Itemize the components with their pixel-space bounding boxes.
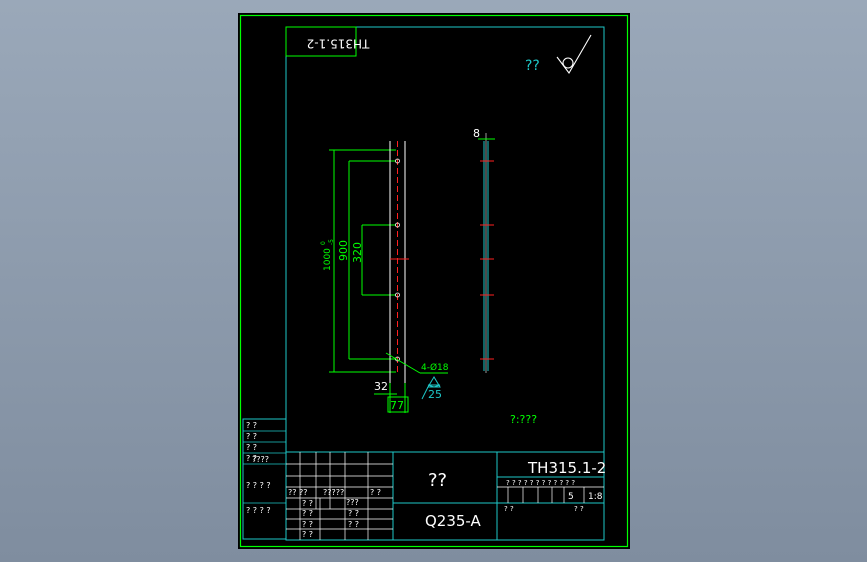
side-row-2: ? ?	[246, 443, 257, 452]
dim-thickness: 8	[473, 127, 480, 140]
tech-note: ?:???	[510, 413, 537, 426]
dim-edge: 32	[374, 380, 388, 393]
tb-label-f: ? ?	[302, 509, 313, 518]
dim-tol-lower: -5	[328, 239, 335, 245]
side-block: ? ? ? ? ? ? ? ? ???? ? ? ? ? ? ? ? ?	[242, 418, 287, 540]
footer-left: ? ?	[504, 505, 514, 513]
dim-width: 77	[390, 399, 404, 412]
side-row-1: ? ?	[246, 432, 257, 441]
weld-size: 25	[428, 388, 442, 401]
drawing-canvas: TH315.1-2 ?? 1000 0 -5 900 320 4-Ø18 25 …	[239, 14, 629, 548]
rev-tag-text: TH315.1-2	[307, 37, 371, 51]
footer-right: ? ?	[574, 505, 584, 513]
holes-callout: 4-Ø18	[421, 362, 449, 373]
tb-label-d: ???	[346, 498, 359, 507]
material: Q235-A	[425, 512, 482, 530]
roughness-symbol: ??	[525, 34, 592, 74]
tb-label-j: ? ?	[302, 530, 313, 539]
side-row-0: ? ?	[246, 421, 257, 430]
tb-label-g: ? ?	[348, 509, 359, 518]
title-block: ?? ?? ????? ? ? ??? ? ? ? ? ? ? ? ? ? ? …	[285, 451, 606, 541]
side-view: 8	[473, 127, 495, 373]
side-row-5: ? ? ? ?	[246, 481, 271, 490]
qty-value: 5	[568, 492, 574, 502]
side-row-4: ????	[252, 455, 269, 464]
dim-tol-upper: 0	[320, 241, 327, 245]
dim-span: 900	[337, 240, 350, 261]
scale-row: ? ? ? ? ? ? ? ? ? ? ? ?	[506, 479, 575, 487]
side-row-6: ? ? ? ?	[246, 506, 271, 515]
cad-viewport[interactable]: TH315.1-2 ?? 1000 0 -5 900 320 4-Ø18 25 …	[0, 0, 867, 562]
tb-label-c: ? ?	[370, 488, 381, 497]
tb-label-a: ?? ??	[288, 488, 308, 497]
dim-pitch: 320	[351, 242, 364, 263]
roughness-text: ??	[525, 58, 540, 74]
front-view: 1000 0 -5 900 320 4-Ø18 25 32 77	[320, 141, 449, 413]
drawing-number: TH315.1-2	[527, 459, 606, 477]
scale-value: 1:8	[588, 492, 603, 502]
part-name: ??	[428, 470, 447, 491]
tb-label-b: ?????	[323, 488, 344, 497]
dim-length: 1000	[323, 248, 333, 271]
tb-label-h: ? ?	[302, 520, 313, 529]
tb-label-i: ? ?	[348, 520, 359, 529]
tb-label-e: ? ?	[302, 499, 313, 508]
rev-tag: TH315.1-2	[285, 26, 371, 57]
drawing-sheet[interactable]: TH315.1-2 ?? 1000 0 -5 900 320 4-Ø18 25 …	[238, 13, 630, 549]
